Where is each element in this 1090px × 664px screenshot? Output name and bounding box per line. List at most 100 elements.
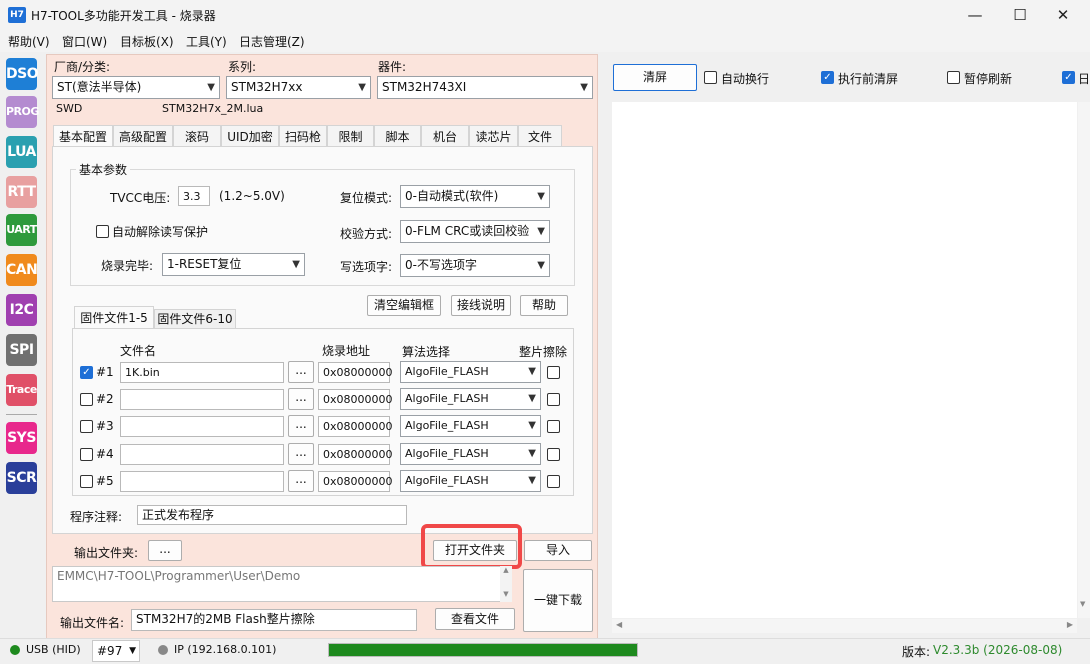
menu-log-management[interactable]: 日志管理(Z) [239,33,305,50]
open-folder-button[interactable]: 打开文件夹 [433,540,517,561]
tab-5[interactable]: 扫码枪 [279,125,327,147]
file-enable-checkbox[interactable] [80,420,93,433]
file-path-input[interactable] [120,471,284,492]
clear-editor-button[interactable]: 清空编辑框 [367,295,441,316]
nav-button-rtt[interactable]: RTT [6,176,37,208]
pause-refresh-checkbox[interactable] [947,71,960,84]
nav-button-trace[interactable]: Trace [6,374,37,406]
file-path-input[interactable]: 1K.bin [120,362,284,383]
log-scrollbar-horizontal[interactable]: ◀ ▶ [612,619,1077,633]
file-enable-checkbox[interactable] [80,448,93,461]
algorithm-select[interactable]: AlgoFile_FLASH ▼ [400,361,541,383]
address-input[interactable]: 0x08000000 [318,389,393,410]
note-input[interactable]: 正式发布程序 [137,505,407,525]
log-checkbox[interactable]: ✓ [1062,71,1075,84]
nav-button-lua[interactable]: LUA [6,136,37,168]
tvcc-input[interactable]: 3.3 [178,186,210,206]
maximize-button[interactable]: ☐ [997,0,1043,30]
file-browse-button[interactable]: ... [288,470,314,492]
nav-button-uart[interactable]: UART [6,214,37,246]
output-name-input[interactable]: STM32H7的2MB Flash整片擦除 [131,609,417,631]
tab-firmware-6-10[interactable]: 固件文件6-10 [154,309,236,329]
tab-4[interactable]: UID加密 [221,125,279,147]
vendor-select[interactable]: ST(意法半导体) ▼ [52,76,220,99]
clear-screen-button[interactable]: 清屏 [613,64,697,91]
reset-mode-select[interactable]: 0-自动模式(软件) ▼ [400,185,550,208]
tab-firmware-1-5[interactable]: 固件文件1-5 [74,306,154,329]
nav-button-sys[interactable]: SYS [6,422,37,454]
chip-erase-checkbox[interactable] [547,475,560,488]
view-file-button[interactable]: 查看文件 [435,608,515,630]
file-browse-button[interactable]: ... [288,443,314,465]
tab-9[interactable]: 读芯片 [469,125,518,147]
clear-before-run-checkbox[interactable]: ✓ [821,71,834,84]
auto-wrap-checkbox[interactable] [704,71,717,84]
output-path-scrollbar[interactable]: ▲ ▼ [500,566,512,602]
file-enable-checkbox[interactable] [80,475,93,488]
tab-10[interactable]: 文件 [518,125,562,147]
chip-erase-checkbox[interactable] [547,366,560,379]
interface-text: SWD [56,102,83,115]
nav-button-spi[interactable]: SPI [6,334,37,366]
address-input[interactable]: 0x08000000 [318,471,393,492]
file-browse-button[interactable]: ... [288,388,314,410]
auto-unprotect-checkbox[interactable] [96,225,109,238]
address-input[interactable]: 0x08000000 [318,362,393,383]
tab-3[interactable]: 滚码 [173,125,221,147]
tab-6[interactable]: 限制 [327,125,374,147]
log-output-area[interactable] [612,102,1077,618]
chip-erase-checkbox[interactable] [547,420,560,433]
part-select[interactable]: STM32H743XI ▼ [377,76,593,99]
option-bytes-select[interactable]: 0-不写选项字 ▼ [400,254,550,277]
scroll-down-icon: ▼ [503,590,509,598]
file-path-input[interactable] [120,389,284,410]
nav-button-scr[interactable]: SCR [6,462,37,494]
algorithm-select[interactable]: AlgoFile_FLASH ▼ [400,470,541,492]
nav-button-prog[interactable]: PROG [6,96,39,128]
file-path-input[interactable] [120,416,284,437]
nav-button-i2c[interactable]: I2C [6,294,37,326]
algorithm-select[interactable]: AlgoFile_FLASH ▼ [400,415,541,437]
menu-target-board[interactable]: 目标板(X) [120,33,174,50]
algorithm-select[interactable]: AlgoFile_FLASH ▼ [400,388,541,410]
one-click-download-button[interactable]: 一键下载 [523,569,593,632]
menu-help[interactable]: 帮助(V) [8,33,50,50]
file-path-input[interactable] [120,444,284,465]
import-button[interactable]: 导入 [524,540,592,561]
minimize-button[interactable]: — [952,0,998,30]
file-row-id: #5 [96,474,114,488]
device-number-select[interactable]: #97 ▼ [92,640,140,662]
algorithm-select[interactable]: AlgoFile_FLASH ▼ [400,443,541,465]
nav-button-dso[interactable]: DSO [6,58,39,90]
file-enable-checkbox[interactable] [80,393,93,406]
tab-8[interactable]: 机台 [421,125,469,147]
chevron-down-icon: ▼ [537,226,545,237]
close-button[interactable]: ✕ [1040,0,1086,30]
nav-button-can[interactable]: CAN [6,254,38,286]
menu-tools[interactable]: 工具(Y) [186,33,227,50]
tab-7[interactable]: 脚本 [374,125,421,147]
nav-divider [6,414,37,415]
scroll-up-icon: ▲ [503,566,509,574]
output-folder-browse-button[interactable]: ... [148,540,182,561]
verify-select[interactable]: 0-FLM CRC或读回校验 ▼ [400,220,550,243]
chip-erase-checkbox[interactable] [547,448,560,461]
file-browse-button[interactable]: ... [288,415,314,437]
address-input[interactable]: 0x08000000 [318,444,393,465]
done-select[interactable]: 1-RESET复位 ▼ [162,253,305,276]
menu-window[interactable]: 窗口(W) [62,33,107,50]
output-path-box[interactable]: EMMC\H7-TOOL\Programmer\User\Demo [52,566,512,602]
option-bytes-value: 0-不写选项字 [405,258,477,272]
wiring-help-button[interactable]: 接线说明 [451,295,511,316]
log-scrollbar-vertical[interactable]: ▼ [1078,102,1090,618]
tab-1[interactable]: 基本配置 [53,125,113,147]
file-enable-checkbox[interactable]: ✓ [80,366,93,379]
file-browse-button[interactable]: ... [288,361,314,383]
tab-2[interactable]: 高级配置 [113,125,173,147]
chip-erase-checkbox[interactable] [547,393,560,406]
series-select[interactable]: STM32H7xx ▼ [226,76,371,99]
address-input[interactable]: 0x08000000 [318,416,393,437]
verify-value: 0-FLM CRC或读回校验 [405,224,530,238]
help-button[interactable]: 帮助 [520,295,568,316]
part-label: 器件: [378,60,407,74]
